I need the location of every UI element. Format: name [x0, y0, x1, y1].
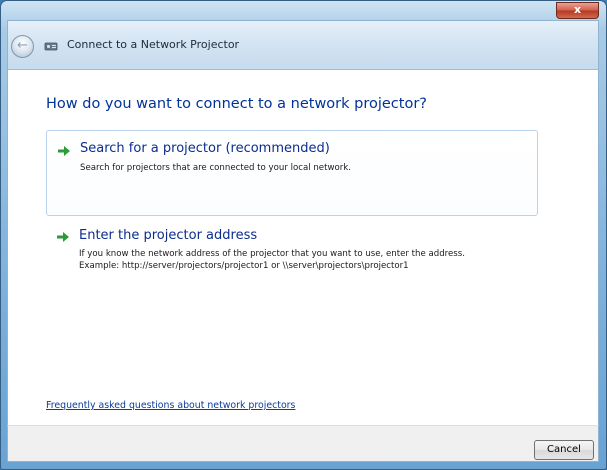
green-arrow-icon — [58, 146, 70, 156]
window-title: Connect to a Network Projector — [67, 38, 240, 51]
option-description: Search for projectors that are connected… — [80, 163, 351, 173]
back-arrow-icon: ← — [17, 38, 28, 53]
projector-icon — [44, 42, 58, 51]
option-title: Search for a projector (recommended) — [80, 141, 330, 156]
green-arrow-icon — [57, 232, 69, 242]
option-example-line: Example: http://server/projectors/projec… — [79, 261, 409, 271]
search-projector-option[interactable]: Search for a projector (recommended) Sea… — [46, 130, 538, 216]
cancel-button[interactable]: Cancel — [534, 440, 594, 460]
title-bar: x — [1, 1, 606, 21]
back-button[interactable]: ← — [11, 35, 34, 58]
option-description-line: If you know the network address of the p… — [79, 249, 465, 259]
faq-link[interactable]: Frequently asked questions about network… — [46, 400, 295, 411]
option-title: Enter the projector address — [79, 228, 258, 243]
button-bar — [7, 425, 599, 462]
enter-address-option[interactable]: Enter the projector address If you know … — [46, 224, 538, 284]
page-heading: How do you want to connect to a network … — [46, 96, 427, 112]
close-button[interactable]: x — [556, 2, 599, 19]
